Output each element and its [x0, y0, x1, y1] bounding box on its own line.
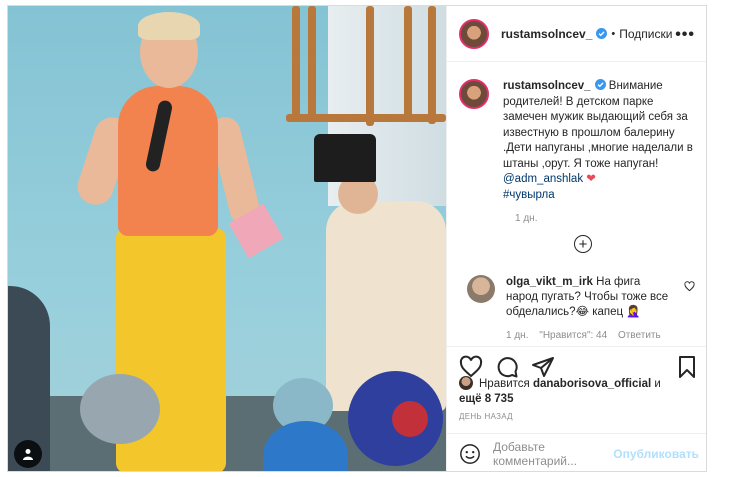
verified-badge-icon [596, 28, 608, 39]
photo-cage-rail [286, 114, 446, 122]
comment-reply-button[interactable]: Ответить [618, 330, 661, 341]
avatar[interactable] [459, 18, 489, 49]
tagged-people-button[interactable] [14, 440, 42, 468]
post-timestamp[interactable]: ДЕНЬ НАЗАД [459, 412, 513, 421]
photo-cage-bar [428, 6, 436, 124]
post-photo[interactable] [8, 6, 446, 471]
caption-hashtag-link[interactable]: #чувырла [503, 189, 555, 201]
likes-summary: Нравится danaborisova_official и ещё 8 7… [459, 376, 705, 407]
publish-button[interactable]: Опубликовать [613, 447, 699, 461]
comment-text: olga_vikt_m_irk На фига народ пугать? Чт… [506, 275, 672, 320]
more-options-icon[interactable]: ••• [675, 26, 695, 44]
caption-body: Внимание родителей! В детском парке заме… [503, 80, 693, 170]
photo-cage-bar [404, 6, 412, 121]
photo-crowd-pompom [392, 401, 428, 437]
caption-text: rustamsolncev_ Внимание родителей! В дет… [503, 79, 699, 203]
avatar[interactable] [459, 79, 489, 109]
caption-username[interactable]: rustamsolncev_ [503, 80, 591, 92]
likes-suffix: и [651, 378, 661, 390]
comments-section[interactable]: rustamsolncev_ Внимание родителей! В дет… [447, 63, 706, 346]
instagram-post: rustamsolncev_ • Подписки ••• rustamsoln… [7, 5, 707, 472]
photo-crowd-beanie [80, 374, 160, 444]
following-button[interactable]: Подписки [619, 27, 672, 41]
post-caption: rustamsolncev_ Внимание родителей! В дет… [459, 79, 699, 224]
comment-timestamp[interactable]: 1 дн. [506, 330, 528, 341]
comment-item: olga_vikt_m_irk На фига народ пугать? Чт… [459, 275, 705, 341]
load-more-comments-icon[interactable]: + [574, 235, 592, 253]
avatar[interactable] [467, 275, 495, 303]
photo-cage-bar [292, 6, 300, 116]
comment-like-count[interactable]: "Нравится": 44 [539, 330, 607, 341]
photo-cage-bar [366, 6, 374, 126]
photo-cage-bar [308, 6, 316, 121]
red-heart-emoji: ❤ [586, 173, 596, 185]
comment-input[interactable]: Добавьте комментарий... [493, 440, 613, 468]
comment-meta: 1 дн. "Нравится": 44 Ответить [506, 330, 705, 341]
comment-like-heart-icon[interactable] [684, 281, 695, 292]
liker-username[interactable]: danaborisova_official [533, 378, 651, 390]
verified-badge-icon [594, 79, 606, 90]
header-separator: • [611, 27, 616, 40]
post-sidebar: rustamsolncev_ • Подписки ••• rustamsoln… [446, 6, 706, 471]
caption-mention-link[interactable]: @adm_anshlak [503, 173, 583, 185]
post-header: rustamsolncev_ • Подписки ••• [447, 6, 706, 62]
smiley-icon[interactable] [459, 443, 481, 465]
photo-performer-hair [138, 12, 200, 40]
add-comment-bar: Добавьте комментарий... Опубликовать [447, 433, 706, 471]
likes-prefix: Нравится [479, 378, 533, 390]
avatar[interactable] [459, 376, 473, 390]
caption-timestamp[interactable]: 1 дн. [515, 213, 699, 224]
photo-child-hat [314, 134, 376, 182]
person-icon [23, 449, 33, 460]
likes-count-link[interactable]: ещё 8 735 [459, 393, 513, 405]
post-author-username[interactable]: rustamsolncev_ [501, 27, 592, 41]
comment-username[interactable]: olga_vikt_m_irk [506, 276, 593, 288]
